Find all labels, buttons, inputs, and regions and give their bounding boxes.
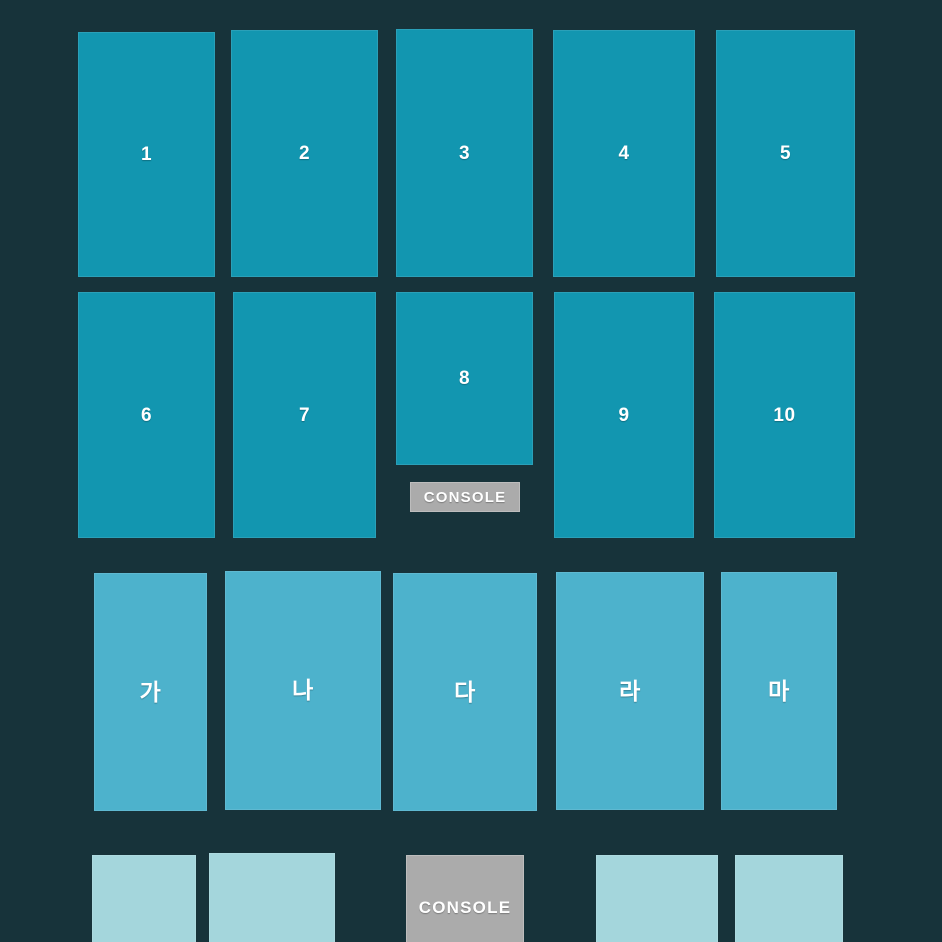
seat-바[interactable]: 바 bbox=[92, 855, 196, 942]
seat-사[interactable]: 사 bbox=[209, 853, 335, 942]
seat-3[interactable]: 3 bbox=[396, 29, 533, 277]
seat-6[interactable]: 6 bbox=[78, 292, 215, 538]
seat-7[interactable]: 7 bbox=[233, 292, 376, 538]
seat-나[interactable]: 나 bbox=[225, 571, 381, 810]
seat-5[interactable]: 5 bbox=[716, 30, 855, 277]
seat-다[interactable]: 다 bbox=[393, 573, 537, 811]
seat-8[interactable]: 8 bbox=[396, 292, 533, 465]
seat-10[interactable]: 10 bbox=[714, 292, 855, 538]
console-upper: CONSOLE bbox=[410, 482, 520, 512]
seat-자[interactable]: 자 bbox=[596, 855, 718, 942]
seat-라[interactable]: 라 bbox=[556, 572, 704, 810]
seat-map: 12345 678910 가나다라마바사 자차 CONSOLE CONSOLE bbox=[0, 0, 942, 942]
seat-2[interactable]: 2 bbox=[231, 30, 378, 277]
seat-4[interactable]: 4 bbox=[553, 30, 695, 277]
seat-1[interactable]: 1 bbox=[78, 32, 215, 277]
seat-마[interactable]: 마 bbox=[721, 572, 837, 810]
seat-9[interactable]: 9 bbox=[554, 292, 694, 538]
seat-차[interactable]: 차 bbox=[735, 855, 843, 942]
seat-가[interactable]: 가 bbox=[94, 573, 207, 811]
console-lower: CONSOLE bbox=[406, 855, 524, 942]
